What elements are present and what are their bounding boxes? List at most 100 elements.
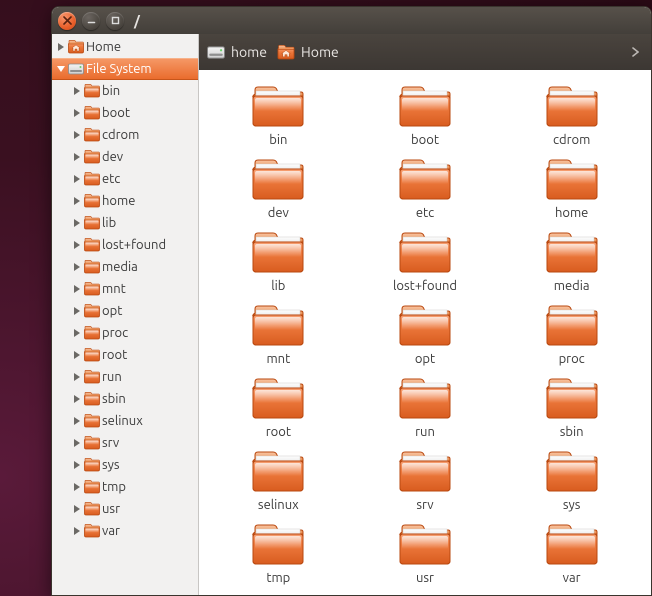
chevron-right-icon[interactable] <box>72 108 82 118</box>
folder-item[interactable]: etc <box>360 157 490 220</box>
tree-item-home[interactable]: home <box>52 190 198 212</box>
folder-label: sys <box>563 498 581 512</box>
chevron-right-icon[interactable] <box>72 460 82 470</box>
tree-item-label: boot <box>102 106 130 120</box>
tree-item-label: proc <box>102 326 128 340</box>
chevron-right-icon[interactable] <box>72 130 82 140</box>
folder-item[interactable]: usr <box>360 522 490 585</box>
chevron-right-icon[interactable] <box>72 350 82 360</box>
tree-item-mnt[interactable]: mnt <box>52 278 198 300</box>
chevron-right-icon[interactable] <box>72 438 82 448</box>
tree-item-etc[interactable]: etc <box>52 168 198 190</box>
folder-item[interactable]: run <box>360 376 490 439</box>
tree-item-lib[interactable]: lib <box>52 212 198 234</box>
chevron-right-icon[interactable] <box>72 240 82 250</box>
chevron-right-icon[interactable] <box>72 504 82 514</box>
folder-icon <box>251 303 305 350</box>
chevron-right-icon[interactable] <box>72 262 82 272</box>
folder-icon <box>84 347 100 363</box>
chevron-right-icon[interactable] <box>627 44 643 60</box>
tree-item-label: var <box>102 524 120 538</box>
content-area[interactable]: binboot cdrom devetchome lib lost+found media… <box>199 70 651 595</box>
tree-item-file-system[interactable]: File System <box>52 58 198 80</box>
tree-item-label: run <box>102 370 122 384</box>
tree-item-lost-found[interactable]: lost+found <box>52 234 198 256</box>
sidebar: HomeFile System bin boot cdrom devetchomelib… <box>52 34 199 595</box>
tree-item-label: cdrom <box>102 128 139 142</box>
folder-item[interactable]: media <box>507 230 637 293</box>
tree-item-opt[interactable]: opt <box>52 300 198 322</box>
tree-item-media[interactable]: media <box>52 256 198 278</box>
breadcrumb-item[interactable]: home <box>207 44 267 60</box>
chevron-right-icon[interactable] <box>72 152 82 162</box>
tree-item-cdrom[interactable]: cdrom <box>52 124 198 146</box>
tree-item-sbin[interactable]: sbin <box>52 388 198 410</box>
folder-item[interactable]: dev <box>213 157 343 220</box>
tree-item-label: opt <box>102 304 122 318</box>
tree-item-usr[interactable]: usr <box>52 498 198 520</box>
tree-item-bin[interactable]: bin <box>52 80 198 102</box>
drive-icon <box>68 61 84 77</box>
folder-label: sbin <box>560 425 584 439</box>
chevron-right-icon[interactable] <box>72 526 82 536</box>
chevron-right-icon[interactable] <box>72 394 82 404</box>
folder-icon <box>545 157 599 204</box>
breadcrumb-item[interactable]: Home <box>277 44 339 60</box>
folder-item[interactable]: tmp <box>213 522 343 585</box>
tree-item-sys[interactable]: sys <box>52 454 198 476</box>
folder-icon <box>84 127 100 143</box>
minimize-button[interactable] <box>82 12 100 30</box>
tree-item-root[interactable]: root <box>52 344 198 366</box>
tree-item-boot[interactable]: boot <box>52 102 198 124</box>
chevron-right-icon[interactable] <box>72 372 82 382</box>
folder-item[interactable]: bin <box>213 84 343 147</box>
folder-icon <box>84 391 100 407</box>
breadcrumb: home Home <box>199 34 651 70</box>
titlebar[interactable]: / <box>52 7 651 34</box>
chevron-right-icon[interactable] <box>72 306 82 316</box>
folder-icon <box>84 193 100 209</box>
chevron-right-icon[interactable] <box>72 174 82 184</box>
tree-item-srv[interactable]: srv <box>52 432 198 454</box>
chevron-right-icon[interactable] <box>72 218 82 228</box>
tree-item-run[interactable]: run <box>52 366 198 388</box>
folder-icon <box>84 413 100 429</box>
folder-item[interactable]: selinux <box>213 449 343 512</box>
tree-item-selinux[interactable]: selinux <box>52 410 198 432</box>
chevron-right-icon[interactable] <box>72 196 82 206</box>
folder-icon <box>398 522 452 569</box>
folder-icon <box>84 237 100 253</box>
chevron-right-icon[interactable] <box>72 416 82 426</box>
chevron-right-icon[interactable] <box>72 328 82 338</box>
folder-item[interactable]: proc <box>507 303 637 366</box>
close-button[interactable] <box>58 12 76 30</box>
folder-item[interactable]: sbin <box>507 376 637 439</box>
tree-item-label: bin <box>102 84 120 98</box>
folder-item[interactable]: root <box>213 376 343 439</box>
folder-item[interactable]: boot <box>360 84 490 147</box>
tree-item-dev[interactable]: dev <box>52 146 198 168</box>
folder-icon <box>84 501 100 517</box>
folder-item[interactable]: cdrom <box>507 84 637 147</box>
tree-item-proc[interactable]: proc <box>52 322 198 344</box>
folder-item[interactable]: lib <box>213 230 343 293</box>
chevron-right-icon[interactable] <box>72 482 82 492</box>
chevron-right-icon[interactable] <box>56 42 66 52</box>
chevron-down-icon[interactable] <box>56 64 66 74</box>
maximize-button[interactable] <box>106 12 124 30</box>
tree-item-label: mnt <box>102 282 126 296</box>
folder-item[interactable]: var <box>507 522 637 585</box>
tree-item-label: srv <box>102 436 119 450</box>
folder-icon <box>84 171 100 187</box>
folder-item[interactable]: srv <box>360 449 490 512</box>
tree-item-var[interactable]: var <box>52 520 198 542</box>
folder-item[interactable]: mnt <box>213 303 343 366</box>
folder-item[interactable]: lost+found <box>360 230 490 293</box>
chevron-right-icon[interactable] <box>72 284 82 294</box>
folder-item[interactable]: home <box>507 157 637 220</box>
tree-item-tmp[interactable]: tmp <box>52 476 198 498</box>
folder-item[interactable]: sys <box>507 449 637 512</box>
chevron-right-icon[interactable] <box>72 86 82 96</box>
folder-item[interactable]: opt <box>360 303 490 366</box>
tree-item-home[interactable]: Home <box>52 36 198 58</box>
